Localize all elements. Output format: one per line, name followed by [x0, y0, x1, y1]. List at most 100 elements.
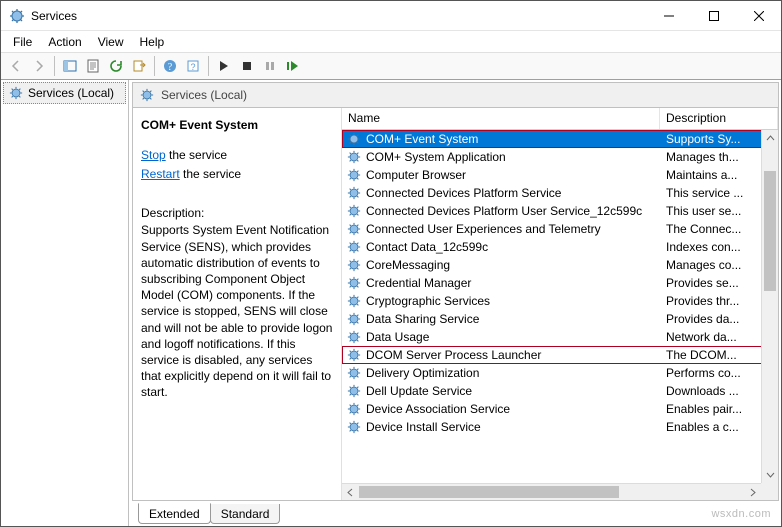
- service-name-text: Dell Update Service: [366, 384, 472, 398]
- menu-action[interactable]: Action: [40, 33, 89, 51]
- list-body[interactable]: COM+ Event SystemSupports Sy...COM+ Syst…: [342, 130, 778, 500]
- close-button[interactable]: [736, 1, 781, 30]
- description-text: Supports System Event Notification Servi…: [141, 222, 333, 400]
- menu-help[interactable]: Help: [132, 33, 173, 51]
- scroll-thumb[interactable]: [359, 486, 619, 498]
- service-row[interactable]: Cryptographic ServicesProvides thr...: [342, 292, 778, 310]
- scroll-right-button[interactable]: [744, 484, 761, 500]
- tab-extended[interactable]: Extended: [138, 503, 211, 524]
- column-header-description[interactable]: Description: [660, 108, 778, 129]
- restart-suffix: the service: [180, 167, 241, 181]
- service-icon: [346, 167, 362, 183]
- service-row[interactable]: Computer BrowserMaintains a...: [342, 166, 778, 184]
- service-name-cell: Device Association Service: [342, 401, 660, 417]
- service-name-text: Credential Manager: [366, 276, 471, 290]
- tree-item-label: Services (Local): [28, 86, 114, 100]
- service-name-cell: Data Usage: [342, 329, 660, 345]
- services-icon: [8, 85, 24, 101]
- titlebar: Services: [1, 1, 781, 31]
- service-name-cell: Delivery Optimization: [342, 365, 660, 381]
- service-name-cell: DCOM Server Process Launcher: [342, 347, 660, 363]
- service-row[interactable]: Delivery OptimizationPerforms co...: [342, 364, 778, 382]
- tab-standard[interactable]: Standard: [210, 504, 281, 524]
- right-pane-content: COM+ Event System Stop the service Resta…: [132, 108, 779, 501]
- service-name-cell: Connected Devices Platform Service: [342, 185, 660, 201]
- service-name-text: Connected User Experiences and Telemetry: [366, 222, 601, 236]
- service-icon: [346, 221, 362, 237]
- service-row[interactable]: Data UsageNetwork da...: [342, 328, 778, 346]
- service-row[interactable]: Connected User Experiences and Telemetry…: [342, 220, 778, 238]
- service-row[interactable]: CoreMessagingManages co...: [342, 256, 778, 274]
- help-button[interactable]: ?: [159, 55, 181, 77]
- toolbar: ? ?: [1, 52, 781, 80]
- toolbar-separator: [208, 56, 209, 76]
- window-title: Services: [31, 9, 77, 23]
- service-icon: [346, 149, 362, 165]
- service-name-cell: Connected Devices Platform User Service_…: [342, 203, 660, 219]
- description-label: Description:: [141, 206, 333, 220]
- service-row[interactable]: Dell Update ServiceDownloads ...: [342, 382, 778, 400]
- service-row[interactable]: Device Association ServiceEnables pair..…: [342, 400, 778, 418]
- show-hide-tree-button[interactable]: [59, 55, 81, 77]
- scroll-track[interactable]: [359, 484, 744, 500]
- refresh-button[interactable]: [105, 55, 127, 77]
- stop-link[interactable]: Stop: [141, 148, 166, 162]
- service-name-text: Data Sharing Service: [366, 312, 479, 326]
- scroll-thumb[interactable]: [764, 171, 776, 291]
- service-icon: [346, 311, 362, 327]
- service-row[interactable]: COM+ System ApplicationManages th...: [342, 148, 778, 166]
- detail-pane: COM+ Event System Stop the service Resta…: [133, 108, 342, 500]
- service-row[interactable]: COM+ Event SystemSupports Sy...: [342, 130, 778, 148]
- service-icon: [346, 257, 362, 273]
- service-row[interactable]: Connected Devices Platform User Service_…: [342, 202, 778, 220]
- service-name-text: DCOM Server Process Launcher: [366, 348, 541, 362]
- scroll-corner: [761, 483, 778, 500]
- pause-service-button[interactable]: [259, 55, 281, 77]
- service-icon: [346, 401, 362, 417]
- list-header: Name Description: [342, 108, 778, 130]
- start-service-button[interactable]: [213, 55, 235, 77]
- column-header-name[interactable]: Name: [342, 108, 660, 129]
- service-icon: [346, 239, 362, 255]
- menu-file[interactable]: File: [5, 33, 40, 51]
- tree-item-services-local[interactable]: Services (Local): [3, 82, 126, 104]
- service-name-cell: Connected User Experiences and Telemetry: [342, 221, 660, 237]
- help-button-2[interactable]: ?: [182, 55, 204, 77]
- service-icon: [346, 275, 362, 291]
- minimize-button[interactable]: [646, 1, 691, 30]
- service-row[interactable]: Contact Data_12c599cIndexes con...: [342, 238, 778, 256]
- properties-button[interactable]: [82, 55, 104, 77]
- service-name-text: Computer Browser: [366, 168, 466, 182]
- services-icon: [139, 87, 155, 103]
- maximize-button[interactable]: [691, 1, 736, 30]
- horizontal-scrollbar[interactable]: [342, 483, 761, 500]
- scroll-track[interactable]: [762, 147, 778, 466]
- service-name-cell: Cryptographic Services: [342, 293, 660, 309]
- service-name-text: Contact Data_12c599c: [366, 240, 488, 254]
- service-icon: [346, 365, 362, 381]
- service-row[interactable]: DCOM Server Process LauncherThe DCOM...: [342, 346, 778, 364]
- service-row[interactable]: Data Sharing ServiceProvides da...: [342, 310, 778, 328]
- export-list-button[interactable]: [128, 55, 150, 77]
- scroll-down-button[interactable]: [762, 466, 778, 483]
- service-name-text: CoreMessaging: [366, 258, 450, 272]
- service-row[interactable]: Device Install ServiceEnables a c...: [342, 418, 778, 436]
- stop-service-button[interactable]: [236, 55, 258, 77]
- forward-button[interactable]: [28, 55, 50, 77]
- service-name-cell: Dell Update Service: [342, 383, 660, 399]
- restart-service-button[interactable]: [282, 55, 304, 77]
- service-row[interactable]: Credential ManagerProvides se...: [342, 274, 778, 292]
- service-name-cell: Computer Browser: [342, 167, 660, 183]
- tree-pane[interactable]: Services (Local): [1, 80, 129, 526]
- service-name-text: Connected Devices Platform Service: [366, 186, 561, 200]
- restart-link[interactable]: Restart: [141, 167, 180, 181]
- service-name-cell: Device Install Service: [342, 419, 660, 435]
- menu-view[interactable]: View: [90, 33, 132, 51]
- back-button[interactable]: [5, 55, 27, 77]
- scroll-left-button[interactable]: [342, 484, 359, 500]
- tab-strip: Extended Standard: [132, 501, 779, 524]
- service-row[interactable]: Connected Devices Platform ServiceThis s…: [342, 184, 778, 202]
- vertical-scrollbar[interactable]: [761, 130, 778, 483]
- scroll-up-button[interactable]: [762, 130, 778, 147]
- svg-text:?: ?: [190, 62, 195, 72]
